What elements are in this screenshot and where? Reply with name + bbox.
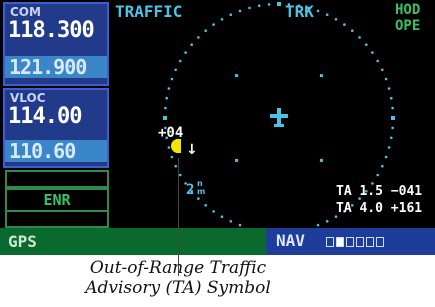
range-ring-dot: [358, 36, 361, 39]
range-ring-dot: [212, 23, 215, 26]
intruder-relative-altitude: +04: [158, 125, 184, 141]
range-ring-dot: [390, 136, 393, 140]
range-unit-bottom: m: [197, 187, 206, 196]
range-ring-dot: [167, 87, 171, 90]
range-ring-dot: [351, 29, 354, 32]
page-indicator-segment: [326, 237, 334, 247]
intruder-descending-arrow: ↓: [186, 142, 198, 158]
range-ring-dot: [390, 96, 393, 100]
range-ring-dot: [325, 13, 329, 16]
caption-line-1: Out-of-Range Traffic: [89, 258, 267, 278]
page-group-label: NAV: [276, 231, 305, 250]
range-ring-unit: n m: [197, 180, 205, 196]
range-ring-dot: [174, 68, 177, 72]
aircraft-icon: [270, 108, 288, 127]
range-ring-dot: [197, 197, 200, 200]
traffic-advisory-line-1: TA 1.5 −041: [336, 184, 423, 199]
range-ring-dot: [220, 18, 224, 21]
range-ring-tick: [391, 116, 395, 120]
page-indicator-segment: [346, 237, 354, 247]
range-ring-dot: [387, 87, 391, 90]
map-orientation-label: TRK: [285, 2, 314, 21]
range-ring-dot: [381, 68, 384, 72]
range-ring-dot: [334, 18, 338, 21]
range-ring-dot: [238, 9, 242, 13]
range-ring-dot: [204, 204, 207, 207]
range-ring-dot: [257, 4, 261, 7]
range-ring-dot: [184, 51, 187, 54]
inner-ring-tick: [235, 74, 239, 78]
range-ring-dot: [229, 13, 233, 16]
range-ring-dot: [170, 155, 174, 159]
range-ring-dot: [164, 106, 167, 110]
range-ring-dot: [179, 59, 182, 63]
range-ring-dot: [212, 210, 215, 213]
range-ring-dot: [325, 220, 329, 223]
range-ring-dot: [391, 126, 394, 130]
figure-caption: Out-of-Range Traffic Advisory (TA) Symbo…: [58, 258, 298, 298]
range-ring-dot: [167, 146, 171, 149]
page-title: TRAFFIC: [115, 2, 183, 21]
range-ring-dot: [343, 23, 346, 26]
page-indicator-segment: [336, 237, 344, 247]
inner-ring-tick: [319, 74, 323, 78]
range-ring-dot: [316, 223, 320, 227]
inner-ring-tick: [319, 158, 323, 162]
range-ring-dot: [376, 173, 380, 177]
range-ring-value: 2: [186, 182, 195, 198]
range-ring-dot: [376, 59, 380, 63]
range-ring-tick: [163, 116, 167, 120]
page-indicator-segment: [366, 237, 374, 247]
range-ring-dot: [267, 3, 271, 6]
range-ring-dot: [170, 77, 174, 81]
operating-mode-label: HOD OPE: [395, 2, 420, 34]
range-ring-dot: [365, 43, 368, 46]
range-ring-dot: [238, 223, 242, 227]
range-ring-dot: [165, 96, 168, 100]
operating-mode-line2: OPE: [395, 18, 421, 34]
range-ring-dot: [248, 6, 251, 10]
range-ring-dot: [316, 9, 320, 13]
traffic-advisory-icon: [171, 139, 181, 153]
range-ring-dot: [387, 146, 391, 149]
inner-ring-tick: [235, 158, 239, 162]
range-ring-dot: [229, 220, 233, 223]
gps-display-screen: COM 118.300 121.900 VLOC 114.00 110.60 E…: [0, 0, 435, 255]
range-ring-dot: [384, 155, 388, 159]
cdi-source-label: GPS: [8, 232, 37, 251]
range-ring-tick: [277, 2, 281, 6]
caption-line-2: Advisory (TA) Symbol: [85, 278, 271, 298]
range-ring-dot: [220, 215, 224, 218]
page-group-box: NAV: [266, 228, 435, 255]
traffic-advisory-line-2: TA 4.0 +161: [336, 201, 423, 216]
range-ring-dot: [179, 173, 182, 177]
range-ring-dot: [384, 77, 388, 81]
traffic-radar-map: [163, 2, 395, 227]
range-ring-dot: [381, 164, 384, 168]
operating-mode-line1: HOD: [395, 2, 421, 18]
range-ring-dot: [197, 36, 200, 39]
page-indicator-segment: [356, 237, 364, 247]
page-indicator: [326, 237, 384, 247]
range-ring-dot: [204, 29, 207, 32]
page-indicator-segment: [376, 237, 384, 247]
range-ring-dot: [190, 43, 193, 46]
status-bar: GPS NAV: [0, 228, 435, 255]
range-ring-dot: [391, 106, 394, 110]
range-ring-dot: [174, 164, 177, 168]
range-ring-dot: [371, 51, 374, 54]
